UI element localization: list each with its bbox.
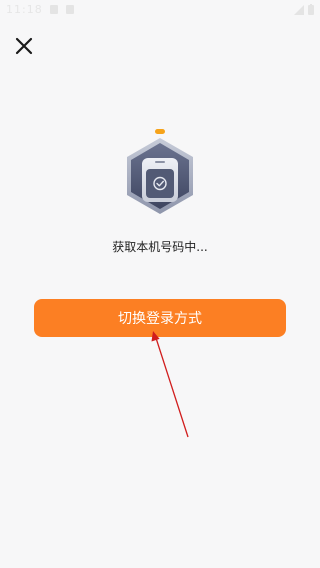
status-time: 11:18 <box>6 3 43 16</box>
status-bar: 11:18 <box>0 0 320 22</box>
notification-icon <box>50 5 58 14</box>
battery-icon <box>308 4 314 15</box>
status-icons <box>294 4 314 15</box>
phone-shield-icon <box>127 129 193 214</box>
switch-login-method-button[interactable]: 切换登录方式 <box>34 299 286 337</box>
annotation-arrow <box>151 331 189 438</box>
status-text: 获取本机号码中... <box>112 240 208 254</box>
close-icon <box>15 37 33 55</box>
signal-icon <box>294 4 304 15</box>
close-button[interactable] <box>12 34 36 58</box>
sim-icon <box>66 5 74 14</box>
